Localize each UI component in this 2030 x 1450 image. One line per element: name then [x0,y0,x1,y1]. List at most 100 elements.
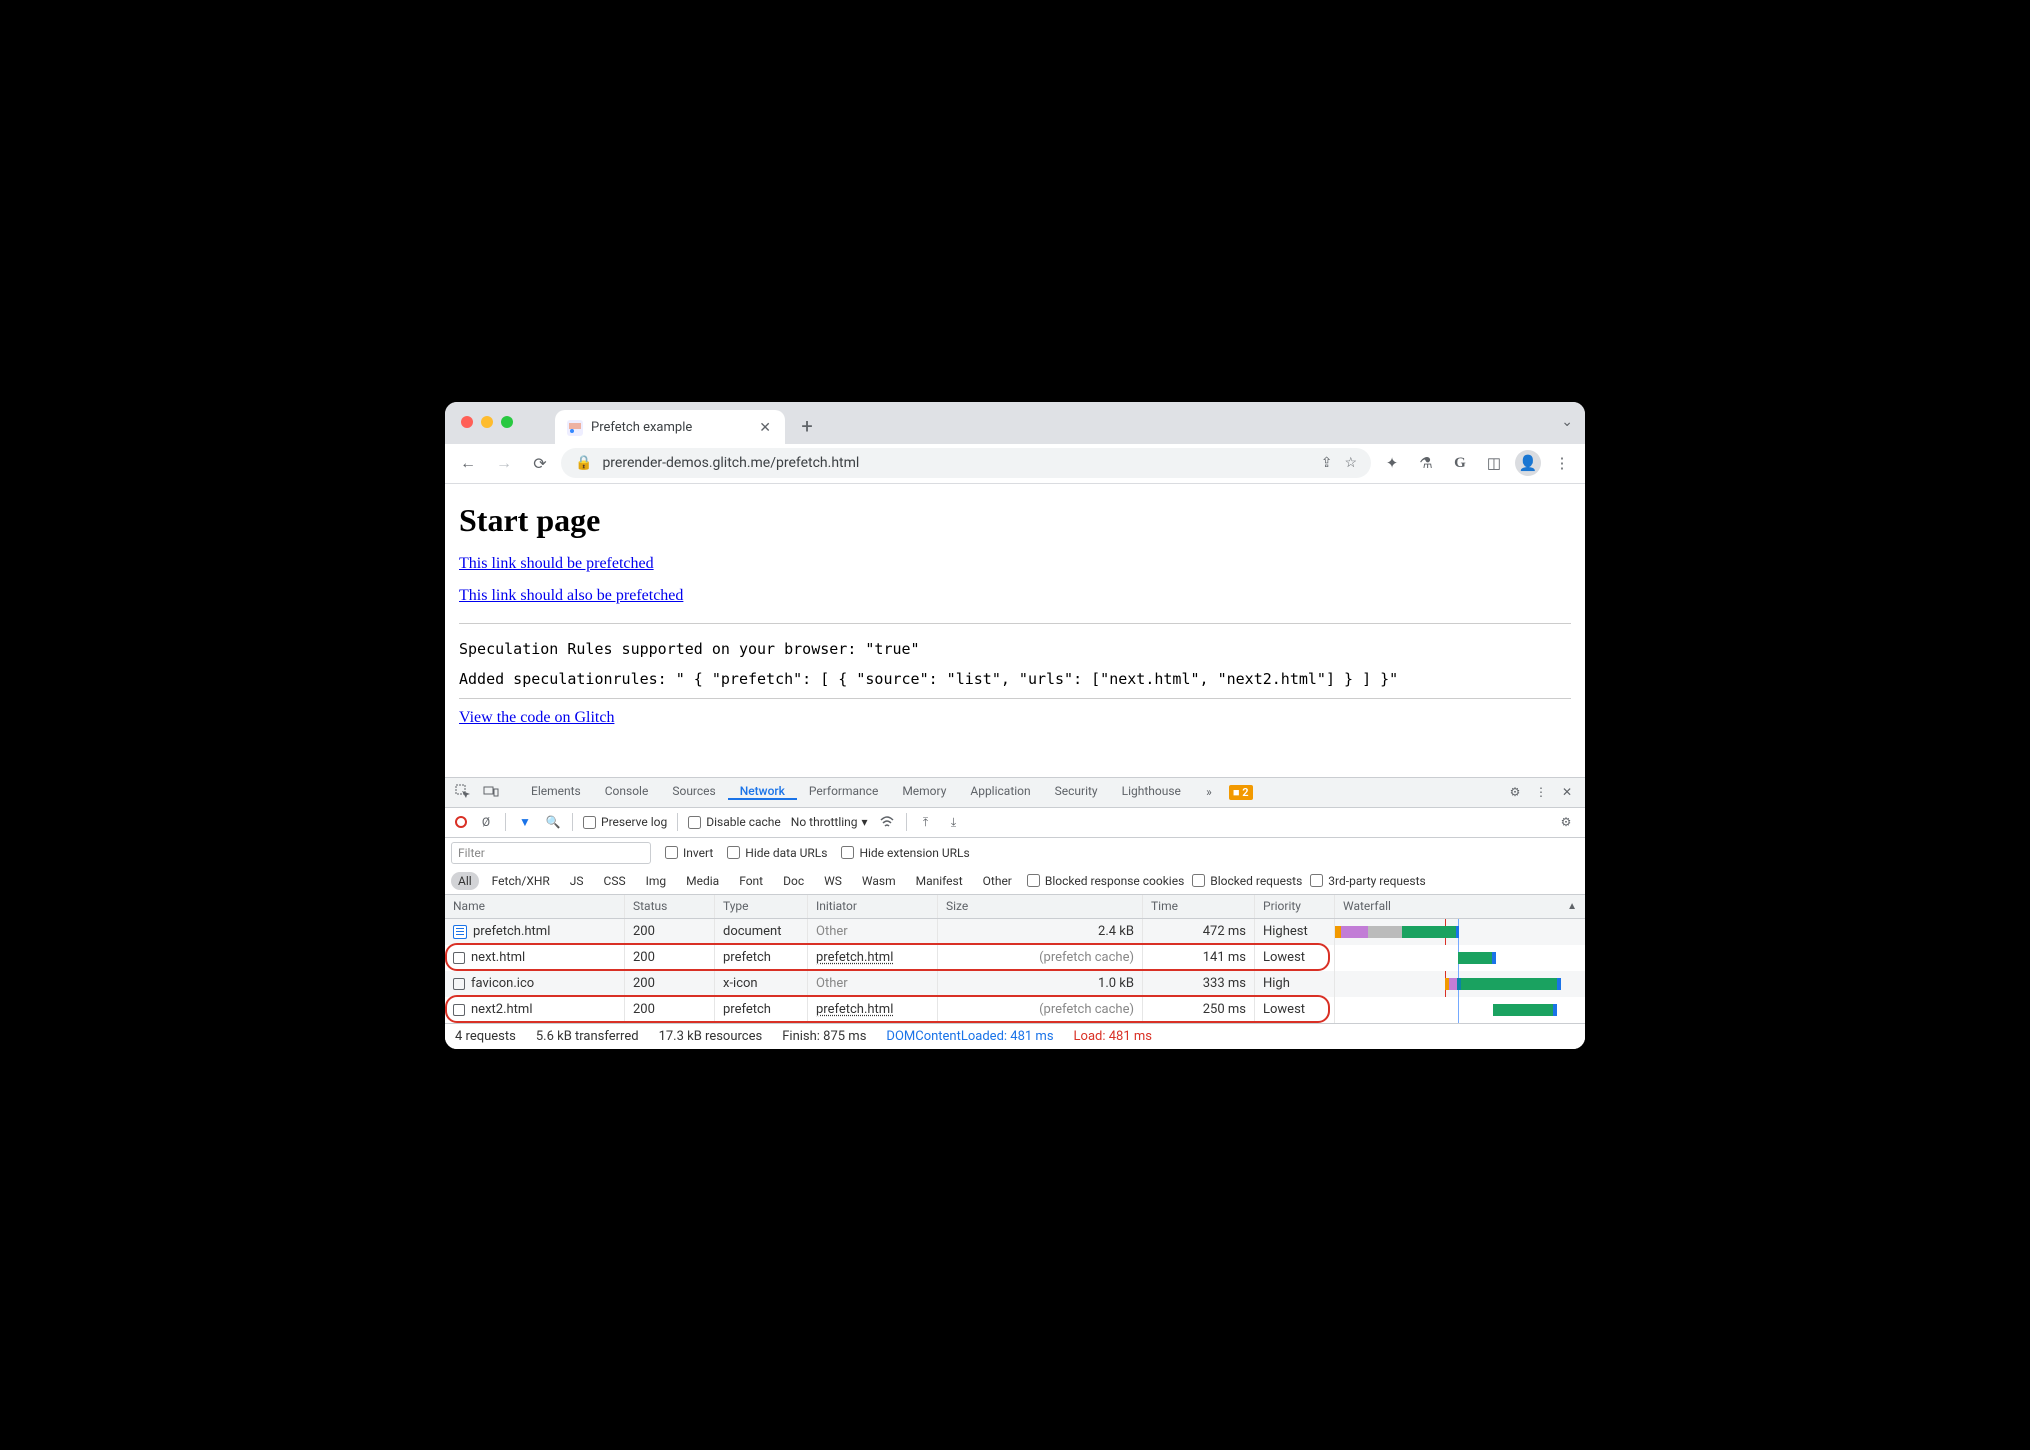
page-content: Start page This link should be prefetche… [445,484,1585,777]
labs-icon[interactable]: ⚗ [1411,448,1441,478]
type-filter-row: All Fetch/XHR JS CSS Img Media Font Doc WS Wasm Ma… [451,872,1579,890]
summary-load: Load: 481 ms [1074,1029,1152,1044]
upload-icon[interactable]: ⤒ [917,813,935,831]
minimize-window-button[interactable] [481,416,493,428]
devtools-tab-network[interactable]: Network [728,784,797,800]
record-button[interactable] [455,816,467,828]
menu-icon[interactable]: ⋮ [1547,448,1577,478]
type-filter-img[interactable]: Img [639,872,674,890]
table-body: prefetch.html200documentOther2.4 kB472 m… [445,919,1585,1023]
hide-extension-urls-checkbox[interactable]: Hide extension URLs [841,846,969,860]
devices-icon[interactable] [479,780,503,804]
toolbar-actions: ✦ ⚗ G ◫ 👤 ⋮ [1377,448,1577,478]
settings-gear-icon[interactable]: ⚙ [1503,780,1527,804]
filter-input[interactable]: Filter [451,842,651,864]
resource-icon [453,978,465,990]
more-tabs-icon[interactable]: » [1197,780,1221,804]
share-icon[interactable]: ⇪ [1321,455,1333,471]
column-status[interactable]: Status [625,895,715,918]
type-filter-wasm[interactable]: Wasm [855,872,903,890]
profile-avatar[interactable]: 👤 [1513,448,1543,478]
type-filter-font[interactable]: Font [732,872,770,890]
blocked-requests-checkbox[interactable]: Blocked requests [1192,874,1302,888]
devtools-tab-console[interactable]: Console [593,784,661,798]
disable-cache-checkbox[interactable]: Disable cache [688,815,781,829]
network-table: NameStatusTypeInitiatorSizeTimePriorityW… [445,895,1585,1023]
extensions-icon[interactable]: ✦ [1377,448,1407,478]
kebab-menu-icon[interactable]: ⋮ [1529,780,1553,804]
type-filter-fetchxhr[interactable]: Fetch/XHR [485,872,557,890]
table-row[interactable]: favicon.ico200x-iconOther1.0 kB333 msHig… [445,971,1585,997]
type-filter-css[interactable]: CSS [597,872,633,890]
speculation-supported-text: Speculation Rules supported on your brow… [459,634,1571,664]
column-priority[interactable]: Priority [1255,895,1335,918]
fullscreen-window-button[interactable] [501,416,513,428]
browser-tab[interactable]: Prefetch example ✕ [555,410,785,444]
table-row[interactable]: next2.html200prefetchprefetch.html(prefe… [445,997,1585,1023]
preserve-log-checkbox[interactable]: Preserve log [583,815,667,829]
tab-favicon-icon [567,420,583,436]
tabs-menu-button[interactable]: ⌄ [1561,414,1573,430]
network-conditions-icon[interactable] [878,813,896,831]
network-summary: 4 requests 5.6 kB transferred 17.3 kB re… [445,1023,1585,1049]
link-glitch[interactable]: View the code on Glitch [459,709,614,727]
table-row[interactable]: next.html200prefetchprefetch.html(prefet… [445,945,1585,971]
type-filter-all[interactable]: All [451,872,479,890]
type-filter-other[interactable]: Other [976,872,1019,890]
forward-button[interactable]: → [489,448,519,478]
hide-data-urls-checkbox[interactable]: Hide data URLs [727,846,827,860]
summary-dcl: DOMContentLoaded: 481 ms [886,1029,1053,1044]
type-filter-ws[interactable]: WS [817,872,849,890]
close-window-button[interactable] [461,416,473,428]
throttling-select[interactable]: No throttling ▾ [791,815,868,829]
close-devtools-icon[interactable]: ✕ [1555,780,1579,804]
devtools-tab-security[interactable]: Security [1043,784,1110,798]
clear-button[interactable]: Ø [477,813,495,831]
type-filter-doc[interactable]: Doc [776,872,811,890]
resource-icon [453,1004,465,1016]
summary-requests: 4 requests [455,1029,516,1044]
summary-resources: 17.3 kB resources [659,1029,763,1044]
url-text: prerender-demos.glitch.me/prefetch.html [602,455,859,471]
google-icon[interactable]: G [1445,448,1475,478]
devtools-tab-memory[interactable]: Memory [890,784,958,798]
lock-icon: 🔒 [575,455,592,471]
reload-button[interactable]: ⟳ [525,448,555,478]
devtools-tab-elements[interactable]: Elements [519,784,593,798]
network-settings-icon[interactable]: ⚙ [1557,813,1575,831]
column-name[interactable]: Name [445,895,625,918]
star-icon[interactable]: ☆ [1344,455,1357,471]
type-filter-js[interactable]: JS [563,872,591,890]
close-tab-button[interactable]: ✕ [759,420,771,436]
column-type[interactable]: Type [715,895,808,918]
invert-checkbox[interactable]: Invert [665,846,713,860]
link-prefetched-1[interactable]: This link should be prefetched [459,555,654,573]
inspect-icon[interactable] [451,780,475,804]
third-party-checkbox[interactable]: 3rd-party requests [1310,874,1425,888]
back-button[interactable]: ← [453,448,483,478]
blocked-cookies-checkbox[interactable]: Blocked response cookies [1027,874,1184,888]
column-time[interactable]: Time [1143,895,1255,918]
warning-badge[interactable]: ■ 2 [1229,785,1253,800]
column-size[interactable]: Size [938,895,1143,918]
network-toolbar: Ø ▼ 🔍 Preserve log Disable cache No thro… [445,808,1585,838]
link-prefetched-2[interactable]: This link should also be prefetched [459,587,683,605]
devtools-tab-lighthouse[interactable]: Lighthouse [1110,784,1193,798]
new-tab-button[interactable]: + [793,412,821,440]
url-bar[interactable]: 🔒 prerender-demos.glitch.me/prefetch.htm… [561,448,1371,478]
type-filter-media[interactable]: Media [679,872,726,890]
download-icon[interactable]: ⤓ [945,813,963,831]
filter-icon[interactable]: ▼ [516,813,534,831]
browser-window: Prefetch example ✕ + ⌄ ← → ⟳ 🔒 prerender… [445,402,1585,1049]
side-panel-icon[interactable]: ◫ [1479,448,1509,478]
column-waterfall[interactable]: Waterfall▲ [1335,895,1585,918]
tab-strip: Prefetch example ✕ + ⌄ [445,402,1585,444]
search-icon[interactable]: 🔍 [544,813,562,831]
devtools-tab-application[interactable]: Application [958,784,1042,798]
type-filter-manifest[interactable]: Manifest [909,872,970,890]
table-row[interactable]: prefetch.html200documentOther2.4 kB472 m… [445,919,1585,945]
column-initiator[interactable]: Initiator [808,895,938,918]
devtools-tab-sources[interactable]: Sources [660,784,727,798]
devtools-tab-performance[interactable]: Performance [797,784,890,798]
network-filter-bar: Filter Invert Hide data URLs Hide extens… [445,838,1585,895]
